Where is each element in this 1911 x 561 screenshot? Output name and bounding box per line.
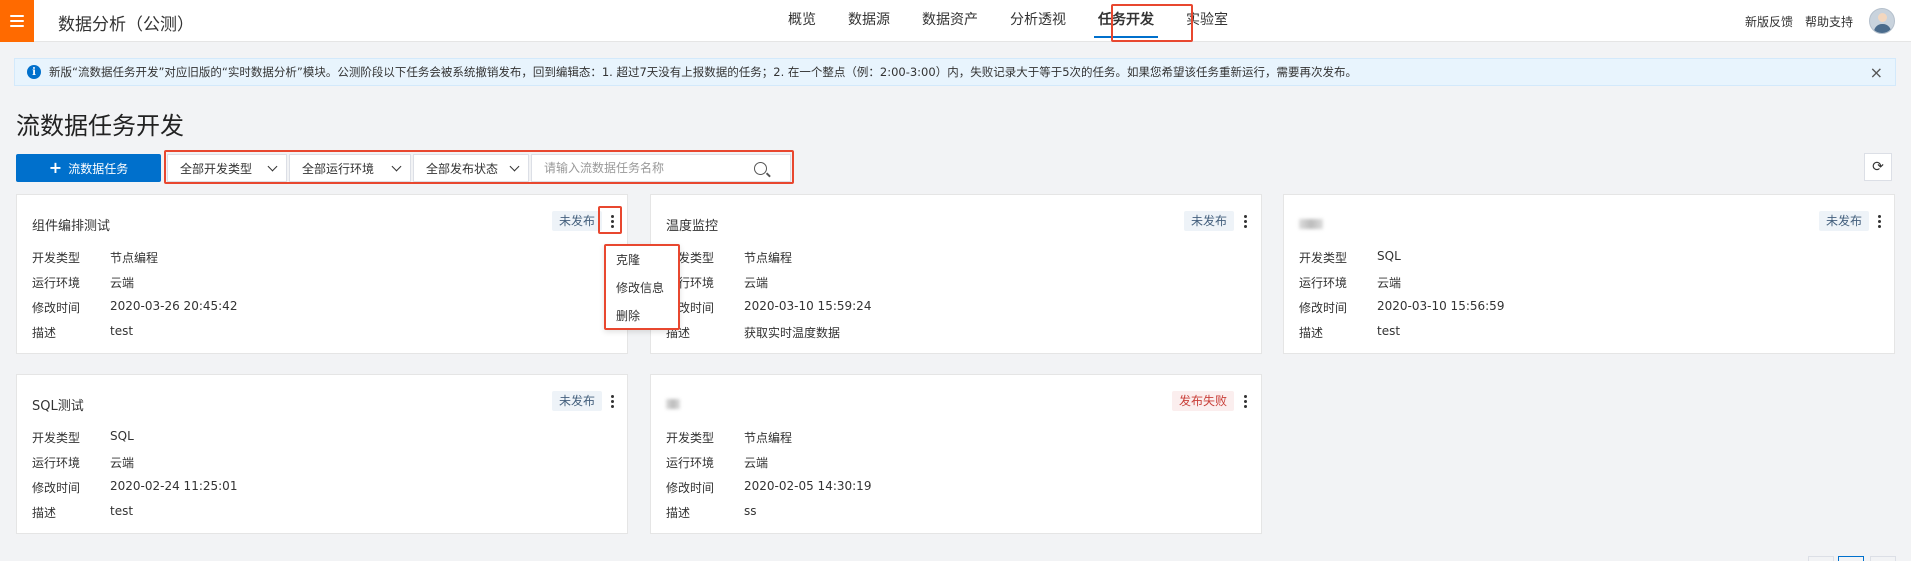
menu-icon[interactable] [0, 0, 34, 42]
status-badge: 未发布 [1819, 211, 1870, 231]
field-label: 开发类型 [1299, 251, 1348, 265]
field-label: 开发类型 [666, 431, 715, 445]
field-value: 2020-03-10 15:59:24 [744, 299, 872, 313]
notice-text: 新版“流数据任务开发”对应旧版的“实时数据分析”模块。公测阶段以下任务会被系统撤… [49, 65, 1358, 79]
field-value: 节点编程 [744, 431, 793, 445]
nav-datasource[interactable]: 数据源 [832, 0, 906, 42]
field-value: 云端 [744, 456, 769, 470]
field-value: SQL [1377, 249, 1401, 263]
field-label: 描述 [666, 506, 691, 520]
field-label: 运行环境 [32, 456, 81, 470]
field-label: 开发类型 [32, 431, 81, 445]
pagination-next[interactable] [1870, 556, 1896, 561]
dev-type-select[interactable]: 全部开发类型 [167, 154, 287, 182]
nav-overview[interactable]: 概览 [772, 0, 832, 42]
chevron-down-icon [267, 161, 278, 171]
status-badge: 未发布 [552, 211, 603, 231]
avatar[interactable] [1869, 8, 1895, 34]
status-badge: 发布失败 [1172, 391, 1235, 411]
more-options-icon[interactable] [1238, 391, 1252, 411]
filter-group: 全部开发类型 全部运行环境 全部发布状态 [167, 154, 791, 182]
field-label: 修改时间 [1299, 301, 1348, 315]
info-icon: i [27, 65, 41, 79]
field-label: 运行环境 [1299, 276, 1348, 290]
status-select-value: 全部发布状态 [426, 161, 499, 176]
field-label: 修改时间 [32, 481, 81, 495]
plus-icon: + [48, 158, 63, 177]
field-value: 节点编程 [110, 251, 159, 265]
field-label: 描述 [1299, 326, 1324, 340]
refresh-button[interactable]: ⟳ [1864, 153, 1892, 181]
search-input[interactable] [544, 161, 754, 175]
field-value: 获取实时温度数据 [744, 326, 841, 340]
env-select[interactable]: 全部运行环境 [289, 154, 411, 182]
field-value: 2020-03-26 20:45:42 [110, 299, 238, 313]
page-title: 流数据任务开发 [16, 112, 184, 140]
status-badge: 未发布 [552, 391, 603, 411]
field-label: 描述 [32, 506, 57, 520]
field-value: 节点编程 [744, 251, 793, 265]
menu-item-clone[interactable]: 克隆 [606, 246, 678, 274]
field-value: 2020-03-10 15:56:59 [1377, 299, 1505, 313]
help-link[interactable]: 帮助支持 [1805, 13, 1853, 30]
search-box [531, 154, 791, 182]
create-stream-task-button[interactable]: + 流数据任务 [16, 154, 161, 182]
field-value: test [1377, 324, 1401, 338]
pagination-current-page[interactable] [1838, 556, 1864, 561]
nav-data-assets[interactable]: 数据资产 [906, 0, 994, 42]
field-label: 描述 [32, 326, 57, 340]
status-select[interactable]: 全部发布状态 [413, 154, 529, 182]
field-label: 运行环境 [32, 276, 81, 290]
card-actions-menu: 克隆 修改信息 删除 [604, 244, 680, 330]
close-icon[interactable]: × [1870, 63, 1883, 82]
more-options-icon[interactable] [605, 391, 619, 411]
task-card[interactable]: 发布失败 开发类型 节点编程 运行环境 云端 修改时间 2020-02-05 14:3… [650, 374, 1262, 534]
more-options-icon[interactable] [1238, 211, 1252, 231]
field-value: test [110, 504, 134, 518]
nav-lab[interactable]: 实验室 [1170, 0, 1244, 42]
status-badge: 未发布 [1184, 211, 1235, 231]
field-label: 运行环境 [666, 456, 715, 470]
more-options-icon[interactable] [605, 211, 619, 231]
task-card[interactable]: 未发布 开发类型 SQL 运行环境 云端 修改时间 2020-03-10 15:56:… [1283, 194, 1895, 354]
field-label: 修改时间 [666, 481, 715, 495]
field-value: 2020-02-24 11:25:01 [110, 479, 238, 493]
task-title[interactable]: 组件编排测试 [32, 215, 110, 234]
field-value: 云端 [110, 276, 135, 290]
field-label: 开发类型 [32, 251, 81, 265]
search-icon[interactable] [754, 161, 767, 175]
feedback-link[interactable]: 新版反馈 [1745, 13, 1793, 30]
field-value: test [110, 324, 134, 338]
chevron-down-icon [391, 161, 402, 171]
menu-item-edit-info[interactable]: 修改信息 [606, 274, 678, 302]
task-card[interactable]: 温度监控 未发布 开发类型 节点编程 运行环境 云端 修改时间 2020-03-10 … [650, 194, 1262, 354]
field-value: 云端 [744, 276, 769, 290]
pagination-prev[interactable] [1808, 556, 1834, 561]
main-nav: 概览 数据源 数据资产 分析透视 任务开发 实验室 [772, 0, 1244, 42]
task-card[interactable]: 组件编排测试 未发布 开发类型 节点编程 运行环境 云端 修改时间 2020-03-2… [16, 194, 628, 354]
field-value: SQL [110, 429, 134, 443]
more-options-icon[interactable] [1872, 211, 1886, 231]
task-title-redacted[interactable] [666, 399, 680, 409]
task-title[interactable]: SQL测试 [32, 395, 84, 414]
dev-type-select-value: 全部开发类型 [180, 161, 253, 176]
field-value: 云端 [110, 456, 135, 470]
nav-task-dev[interactable]: 任务开发 [1082, 0, 1170, 42]
top-bar: 数据分析（公测） 概览 数据源 数据资产 分析透视 任务开发 实验室 新版反馈 … [0, 0, 1911, 42]
task-title[interactable]: 温度监控 [666, 215, 718, 234]
notice-bar: i 新版“流数据任务开发”对应旧版的“实时数据分析”模块。公测阶段以下任务会被系… [14, 58, 1896, 86]
task-title-redacted[interactable] [1299, 219, 1323, 229]
env-select-value: 全部运行环境 [302, 161, 375, 176]
chevron-down-icon [509, 161, 520, 171]
menu-item-delete[interactable]: 删除 [606, 302, 678, 330]
nav-analysis-pivot[interactable]: 分析透视 [994, 0, 1082, 42]
field-value: 2020-02-05 14:30:19 [744, 479, 872, 493]
field-value: 云端 [1377, 276, 1402, 290]
task-card[interactable]: SQL测试 未发布 开发类型 SQL 运行环境 云端 修改时间 2020-02-24 … [16, 374, 628, 534]
field-label: 修改时间 [32, 301, 81, 315]
field-value: ss [744, 504, 757, 518]
create-button-label: 流数据任务 [68, 161, 129, 176]
app-title: 数据分析（公测） [58, 15, 194, 35]
